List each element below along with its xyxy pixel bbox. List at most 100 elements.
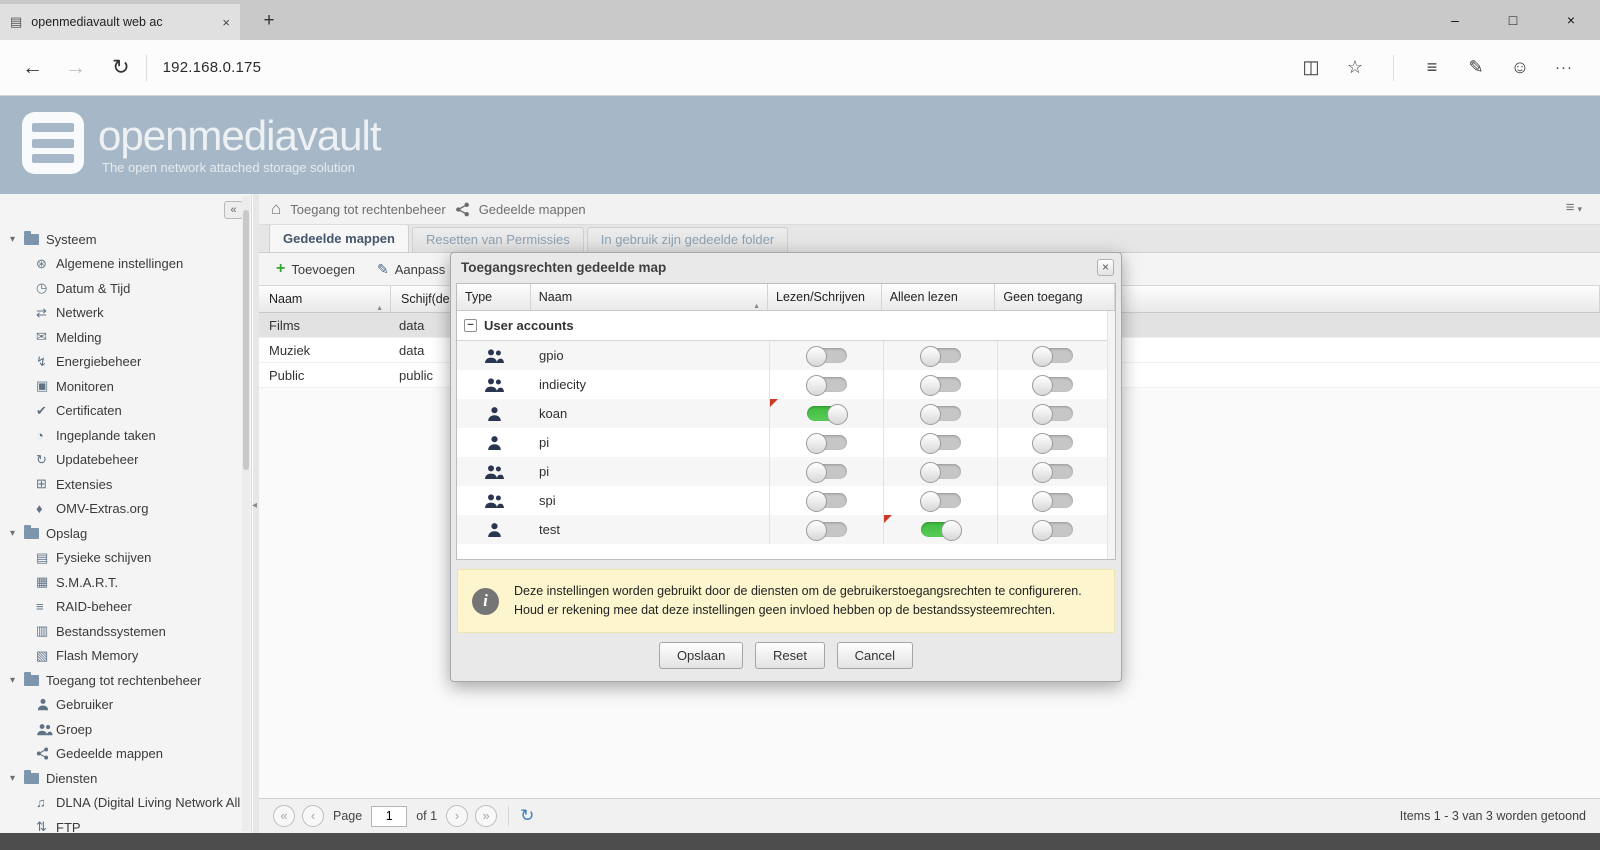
sidebar-item[interactable]: ⇅ FTP [0, 815, 241, 833]
breadcrumb-section[interactable]: Toegang tot rechtenbeheer [290, 202, 445, 217]
sidebar-item[interactable]: ▦ S.M.A.R.T. [0, 570, 241, 595]
sidebar-item[interactable]: ✔ Certificaten [0, 399, 241, 424]
sidebar-item[interactable]: ▾ Opslag [0, 521, 241, 546]
column-header-type[interactable]: Type [457, 284, 531, 310]
readwrite-toggle[interactable] [805, 491, 847, 512]
column-header-readwrite[interactable]: Lezen/Schrijven [768, 284, 882, 310]
expand-arrow-icon[interactable]: ▾ [10, 528, 24, 539]
scrollbar-thumb[interactable] [243, 210, 249, 470]
sidebar-item[interactable]: ▥ Bestandssystemen [0, 619, 241, 644]
noaccess-toggle[interactable] [1032, 346, 1073, 367]
refresh-icon[interactable]: ↻ [112, 55, 130, 80]
column-header-readonly[interactable]: Alleen lezen [882, 284, 996, 310]
sidebar-item[interactable]: ▤ Fysieke schijven [0, 546, 241, 571]
sidebar-item[interactable]: ⇄ Netwerk [0, 301, 241, 326]
content-tab[interactable]: In gebruik zijn gedeelde folder [586, 227, 789, 252]
sidebar-item[interactable]: ↻ Updatebeheer [0, 448, 241, 473]
feedback-icon[interactable]: ☺ [1498, 57, 1542, 78]
page-input[interactable] [371, 805, 408, 827]
readonly-toggle[interactable] [919, 375, 961, 396]
sidebar-item[interactable]: Gedeelde mappen [0, 742, 241, 767]
column-header-name[interactable]: Naam ▲ [531, 284, 769, 310]
last-page-button[interactable]: » [475, 805, 498, 827]
panel-menu-button[interactable]: ≡ ▾ [1566, 199, 1582, 216]
web-note-icon[interactable]: ✎ [1454, 57, 1498, 78]
sidebar-item[interactable]: ⊞ Extensies [0, 472, 241, 497]
collapse-group-icon[interactable]: − [464, 319, 477, 332]
sidebar-item[interactable]: ≡ RAID-beheer [0, 595, 241, 620]
browser-tab[interactable]: ▤ openmediavault web ac × [0, 4, 240, 40]
refresh-button[interactable]: ↻ [520, 806, 534, 826]
noaccess-toggle[interactable] [1032, 433, 1073, 454]
next-page-button[interactable]: › [446, 805, 469, 827]
noaccess-toggle[interactable] [1032, 462, 1073, 483]
add-button[interactable]: + Toevoegen [267, 257, 364, 282]
grid-scrollbar-gutter[interactable] [1107, 311, 1115, 559]
sidebar-item[interactable]: ↯ Energiebeheer [0, 350, 241, 375]
sidebar-item[interactable]: ◷ Datum & Tijd [0, 276, 241, 301]
prev-page-button[interactable]: ‹ [302, 805, 324, 827]
sidebar-item[interactable]: ▾ Diensten [0, 766, 241, 791]
column-header-noaccess[interactable]: Geen toegang [995, 284, 1115, 310]
more-icon[interactable]: ··· [1542, 59, 1586, 76]
cancel-button[interactable]: Cancel [836, 642, 914, 669]
readonly-toggle[interactable] [919, 491, 961, 512]
expand-arrow-icon[interactable]: ▾ [10, 234, 24, 245]
home-icon[interactable]: ⌂ [271, 199, 281, 219]
first-page-button[interactable]: « [273, 805, 295, 827]
readonly-toggle[interactable] [919, 462, 961, 483]
sidebar: « ▾ Systeem ⊛ Algemene instellingen ◷ Da… [0, 194, 252, 833]
expand-arrow-icon[interactable]: ▾ [10, 773, 24, 784]
noaccess-toggle[interactable] [1032, 491, 1073, 512]
minimize-button[interactable]: – [1426, 0, 1484, 40]
save-button[interactable]: Opslaan [658, 642, 744, 669]
dialog-close-icon[interactable]: × [1097, 259, 1114, 276]
sidebar-scrollbar[interactable] [242, 196, 250, 831]
readonly-toggle[interactable] [919, 433, 961, 454]
group-icon [484, 348, 504, 364]
tab-close-icon[interactable]: × [222, 15, 230, 30]
readwrite-toggle[interactable] [805, 520, 847, 541]
maximize-button[interactable]: □ [1484, 0, 1542, 40]
noaccess-toggle[interactable] [1032, 404, 1073, 425]
back-icon[interactable]: ← [22, 56, 43, 80]
sidebar-item[interactable]: ◔ Ingeplande taken [0, 423, 241, 448]
sidebar-collapse-button[interactable]: « [224, 201, 243, 219]
sidebar-item[interactable]: ▾ Toegang tot rechtenbeheer [0, 668, 241, 693]
content-tab[interactable]: Resetten van Permissies [411, 227, 584, 252]
forward-icon[interactable]: → [65, 56, 86, 80]
favorites-star-icon[interactable]: ☆ [1333, 57, 1377, 78]
sidebar-item[interactable]: ⊛ Algemene instellingen [0, 252, 241, 277]
readonly-toggle[interactable] [919, 404, 961, 425]
sidebar-item[interactable]: Gebruiker [0, 693, 241, 718]
readwrite-toggle[interactable] [806, 404, 848, 425]
readonly-toggle[interactable] [920, 520, 962, 541]
hub-icon[interactable]: ≡ [1410, 57, 1454, 78]
readwrite-toggle[interactable] [805, 433, 847, 454]
sidebar-item[interactable]: ▣ Monitoren [0, 374, 241, 399]
sidebar-item[interactable]: ♦ OMV-Extras.org [0, 497, 241, 522]
content-tab[interactable]: Gedeelde mappen [269, 224, 409, 252]
reset-button[interactable]: Reset [754, 642, 825, 669]
sidebar-item[interactable]: ▧ Flash Memory [0, 644, 241, 669]
splitter-collapse-icon[interactable]: ◂ [252, 500, 257, 511]
dialog-titlebar[interactable]: Toegangsrechten gedeelde map × [451, 253, 1121, 283]
new-tab-button[interactable]: + [252, 4, 286, 40]
url-text[interactable]: 192.168.0.175 [163, 59, 262, 76]
noaccess-toggle[interactable] [1032, 375, 1073, 396]
sidebar-item[interactable]: ♫ DLNA (Digital Living Network All [0, 791, 241, 816]
breadcrumb-page[interactable]: Gedeelde mappen [479, 202, 586, 217]
expand-arrow-icon[interactable]: ▾ [10, 675, 24, 686]
readwrite-toggle[interactable] [805, 462, 847, 483]
edit-button[interactable]: ✎ Aanpass [368, 257, 454, 282]
close-button[interactable]: × [1542, 0, 1600, 40]
readwrite-toggle[interactable] [805, 346, 847, 367]
readwrite-toggle[interactable] [805, 375, 847, 396]
readonly-toggle[interactable] [919, 346, 961, 367]
column-header-naam[interactable]: Naam ▲ [259, 286, 391, 312]
sidebar-item[interactable]: ✉ Melding [0, 325, 241, 350]
sidebar-item[interactable]: ▾ Systeem [0, 227, 241, 252]
noaccess-toggle[interactable] [1032, 520, 1073, 541]
sidebar-item[interactable]: Groep [0, 717, 241, 742]
reading-view-icon[interactable]: ◫ [1289, 57, 1333, 78]
